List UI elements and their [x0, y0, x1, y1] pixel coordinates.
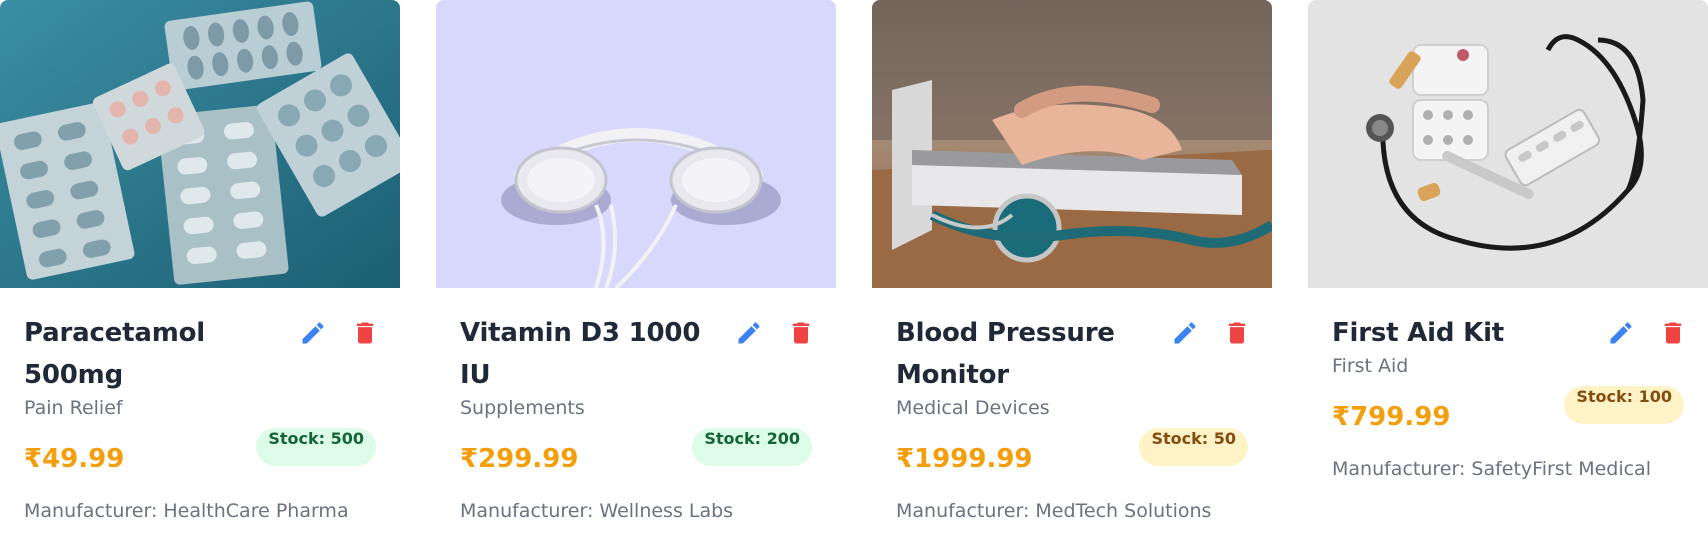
- pencil-icon: [1174, 322, 1196, 344]
- product-price: ₹299.99: [460, 444, 579, 474]
- product-image: [0, 0, 400, 288]
- product-name: First Aid Kit: [1332, 318, 1505, 348]
- product-image: [872, 0, 1272, 288]
- delete-button[interactable]: [350, 318, 380, 348]
- product-manufacturer: Manufacturer: MedTech Solutions: [896, 500, 1212, 522]
- product-image: [1308, 0, 1708, 288]
- stock-label: Stock: 100: [1576, 387, 1672, 406]
- product-card: Blood Pressure Monitor Medical Devices ₹…: [872, 0, 1272, 558]
- stock-badge: Stock: 500: [256, 428, 376, 466]
- delete-button[interactable]: [1222, 318, 1252, 348]
- product-card: Vitamin D3 1000 IU Supplements ₹299.99 S…: [436, 0, 836, 558]
- product-card: First Aid Kit First Aid ₹799.99 Stock: 1…: [1308, 0, 1708, 558]
- product-price: ₹49.99: [24, 444, 125, 474]
- edit-button[interactable]: [734, 318, 764, 348]
- stock-label: Stock: 200: [704, 429, 800, 448]
- pencil-icon: [302, 322, 324, 344]
- product-manufacturer: Manufacturer: HealthCare Pharma: [24, 500, 349, 522]
- pencil-icon: [1610, 322, 1632, 344]
- delete-button[interactable]: [786, 318, 816, 348]
- edit-button[interactable]: [1170, 318, 1200, 348]
- product-name: Vitamin D3 1000 IU: [460, 318, 701, 390]
- product-manufacturer: Manufacturer: SafetyFirst Medical: [1332, 458, 1651, 480]
- product-price: ₹1999.99: [896, 444, 1033, 474]
- product-card: Paracetamol 500mg Pain Relief ₹49.99 Sto…: [0, 0, 400, 558]
- stock-label: Stock: 50: [1151, 429, 1236, 448]
- product-image: [436, 0, 836, 288]
- delete-button[interactable]: [1658, 318, 1688, 348]
- trash-icon: [1228, 322, 1246, 344]
- stock-badge: Stock: 100: [1564, 386, 1684, 424]
- stock-label: Stock: 500: [268, 429, 364, 448]
- edit-button[interactable]: [1606, 318, 1636, 348]
- trash-icon: [1664, 322, 1682, 344]
- pencil-icon: [738, 322, 760, 344]
- product-manufacturer: Manufacturer: Wellness Labs: [460, 500, 734, 522]
- stock-badge: Stock: 50: [1139, 428, 1248, 466]
- stock-badge: Stock: 200: [692, 428, 812, 466]
- trash-icon: [792, 322, 810, 344]
- product-name: Paracetamol 500mg: [24, 318, 205, 390]
- product-name: Blood Pressure Monitor: [896, 318, 1115, 390]
- edit-button[interactable]: [298, 318, 328, 348]
- product-price: ₹799.99: [1332, 402, 1451, 432]
- trash-icon: [356, 322, 374, 344]
